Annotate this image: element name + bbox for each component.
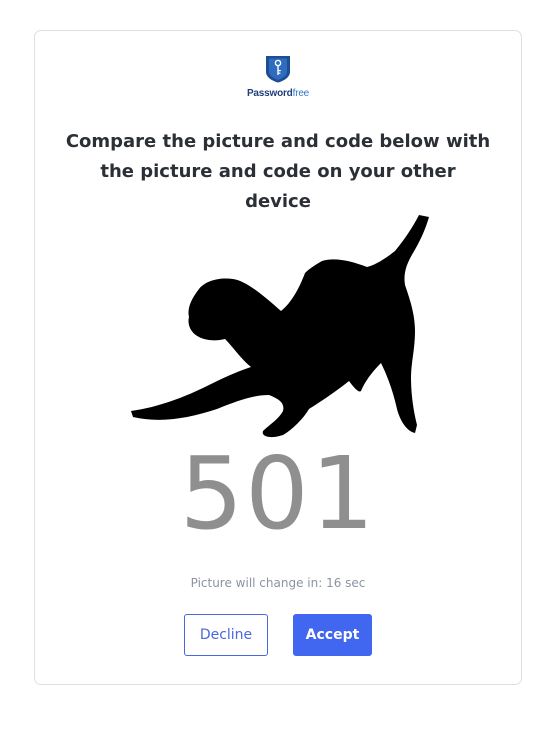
logo-text-accent: free — [292, 88, 310, 99]
logo-text-main: Password — [246, 88, 293, 99]
verification-code: 501 — [179, 435, 377, 552]
passwordfree-logo: Passwordfree — [35, 55, 521, 103]
picture-timer-text: Picture will change in: 16 sec — [190, 576, 366, 590]
verification-card: Passwordfree Compare the picture and cod… — [34, 30, 522, 685]
accept-button[interactable]: Accept — [293, 614, 372, 656]
action-buttons: Decline Accept — [35, 614, 521, 656]
decline-button[interactable]: Decline — [184, 614, 268, 656]
logo-wordmark: Passwordfree — [247, 88, 309, 99]
page-heading: Compare the picture and code below with … — [65, 131, 491, 212]
key-shield-icon — [266, 56, 290, 83]
dog-silhouette-icon — [131, 215, 429, 438]
